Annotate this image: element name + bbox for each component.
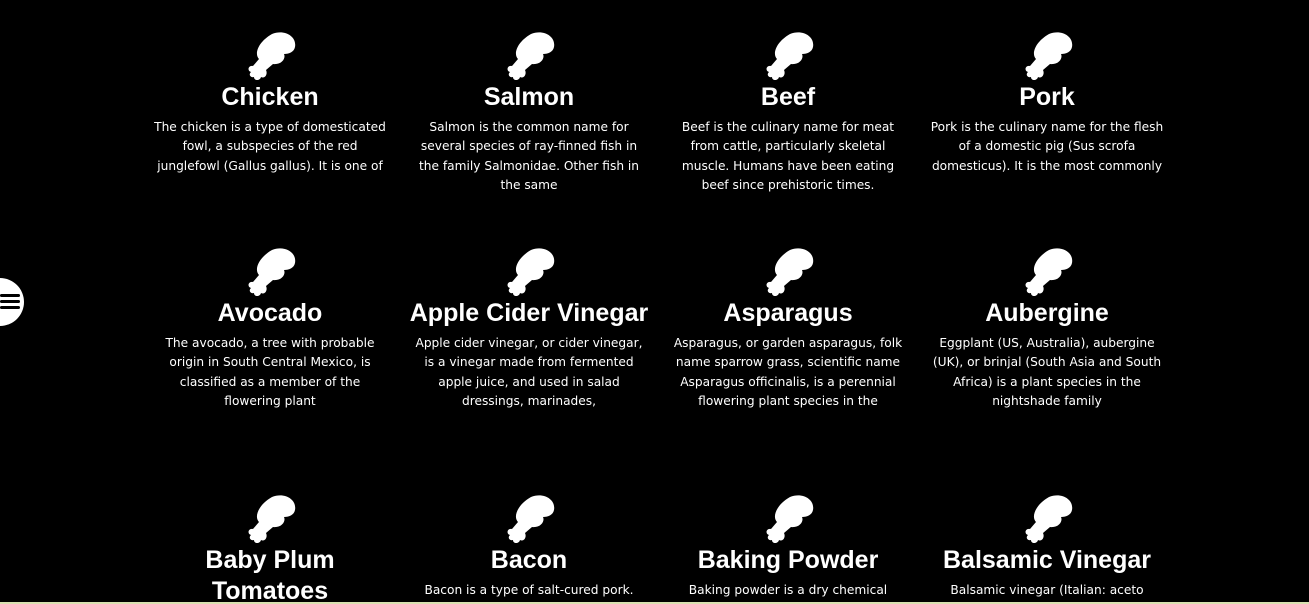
drumstick-icon [1025, 495, 1073, 543]
meal-card-chicken[interactable]: Chicken The chicken is a type of domesti… [150, 30, 390, 176]
card-description: Asparagus, or garden asparagus, folk nam… [673, 336, 903, 408]
drumstick-icon [507, 248, 555, 296]
drumstick-icon [766, 495, 814, 543]
meal-card-avocado[interactable]: Avocado The avocado, a tree with probabl… [150, 246, 390, 411]
meal-card-aubergine[interactable]: Aubergine Eggplant (US, Australia), aube… [927, 246, 1167, 411]
card-description: Salmon is the common name for several sp… [418, 120, 640, 192]
card-title: Salmon [483, 83, 575, 111]
card-title: Beef [760, 83, 816, 111]
card-description: Eggplant (US, Australia), aubergine (UK)… [932, 336, 1162, 408]
drumstick-icon [248, 32, 296, 80]
card-description: Pork is the culinary name for the flesh … [930, 120, 1164, 173]
drumstick-icon [507, 495, 555, 543]
meal-card-apple-cider-vinegar[interactable]: Apple Cider Vinegar Apple cider vinegar,… [409, 246, 649, 411]
meal-card-beef[interactable]: Beef Beef is the culinary name for meat … [668, 30, 908, 195]
drumstick-icon [1025, 32, 1073, 80]
card-description: The chicken is a type of domesticated fo… [154, 120, 386, 173]
meal-card-balsamic-vinegar[interactable]: Balsamic Vinegar Balsamic vinegar (Itali… [927, 493, 1167, 600]
drumstick-icon [507, 32, 555, 80]
card-title: Avocado [217, 299, 323, 327]
card-description: Beef is the culinary name for meat from … [681, 120, 895, 192]
meal-card-baby-plum-tomatoes[interactable]: Baby Plum Tomatoes [150, 493, 390, 604]
meal-card-bacon[interactable]: Bacon Bacon is a type of salt-cured pork… [409, 493, 649, 604]
meal-card-baking-powder[interactable]: Baking Powder Baking powder is a dry che… [668, 493, 908, 600]
card-description: The avocado, a tree with probable origin… [165, 336, 375, 408]
card-description: Balsamic vinegar (Italian: aceto [950, 583, 1144, 597]
drumstick-icon [248, 495, 296, 543]
card-title: Apple Cider Vinegar [409, 299, 649, 327]
card-description: Bacon is a type of salt-cured pork. Baco… [424, 583, 634, 604]
meal-card-salmon[interactable]: Salmon Salmon is the common name for sev… [409, 30, 649, 195]
card-title: Balsamic Vinegar [943, 546, 1151, 574]
meal-card-asparagus[interactable]: Asparagus Asparagus, or garden asparagus… [668, 246, 908, 411]
card-title: Bacon [490, 546, 568, 574]
menu-button[interactable] [0, 278, 24, 326]
page: Chicken The chicken is a type of domesti… [0, 0, 1309, 604]
drumstick-icon [1025, 248, 1073, 296]
card-description: Baking powder is a dry chemical [688, 583, 888, 597]
card-title: Baby Plum Tomatoes [205, 546, 335, 604]
card-title: Aubergine [985, 299, 1109, 327]
meal-card-pork[interactable]: Pork Pork is the culinary name for the f… [927, 30, 1167, 176]
card-title: Chicken [221, 83, 319, 111]
drumstick-icon [248, 248, 296, 296]
card-title: Baking Powder [697, 546, 879, 574]
drumstick-icon [766, 248, 814, 296]
card-title: Pork [1019, 83, 1075, 111]
card-description: Apple cider vinegar, or cider vinegar, i… [415, 336, 643, 408]
drumstick-icon [766, 32, 814, 80]
card-title: Asparagus [723, 299, 853, 327]
